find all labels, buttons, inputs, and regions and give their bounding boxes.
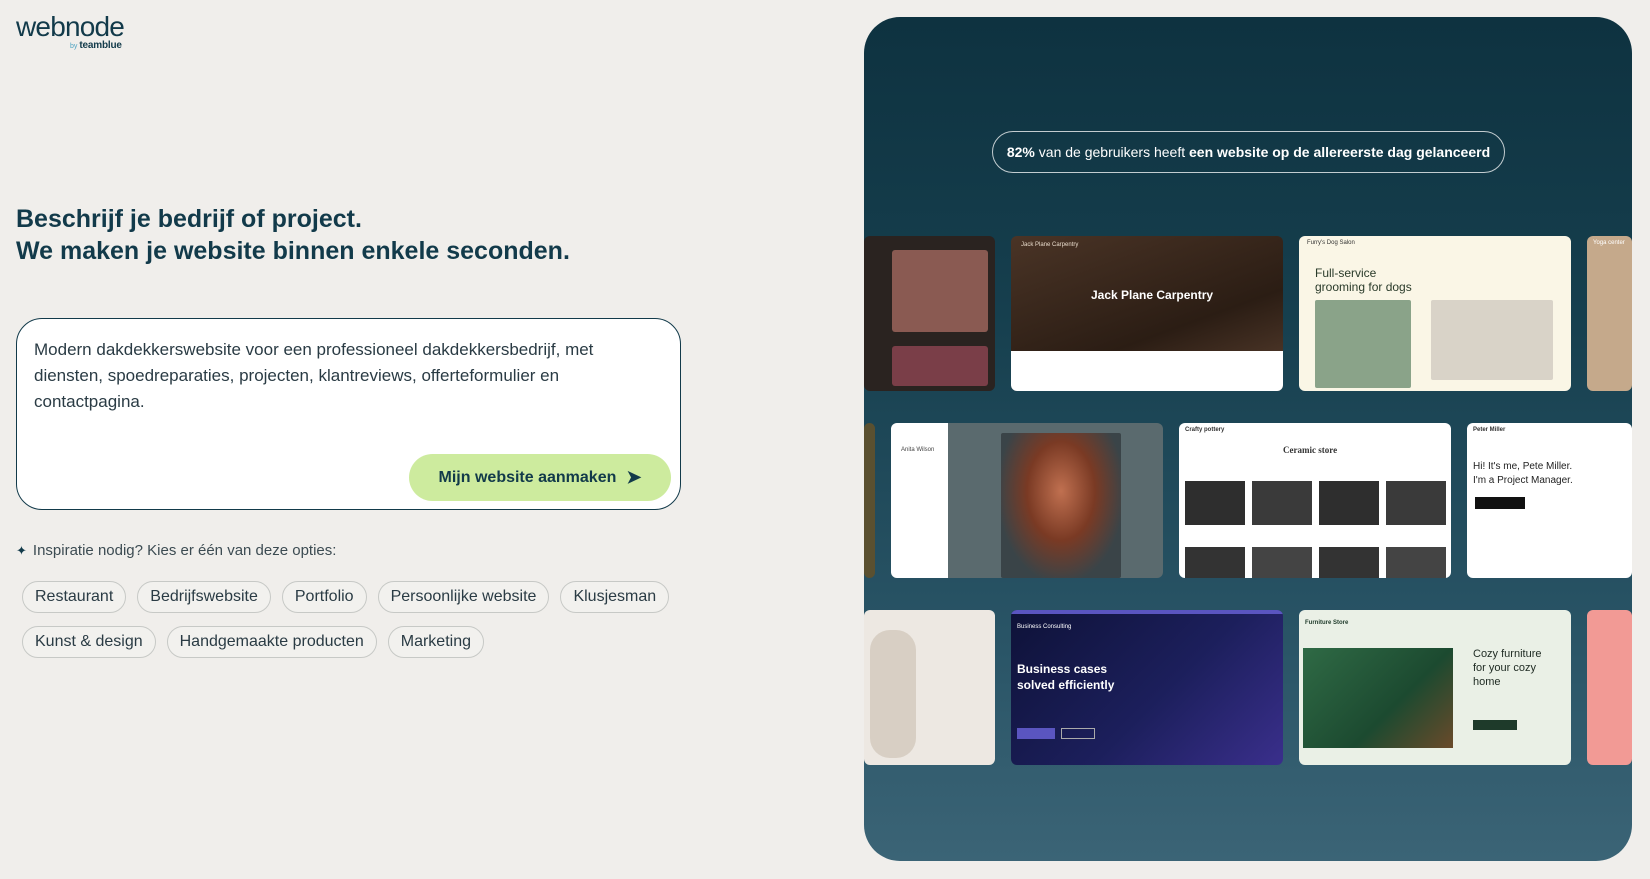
business-title-2: solved efficiently [1017, 678, 1115, 692]
chip-row-1: Restaurant Bedrijfswebsite Portfolio Per… [22, 581, 722, 613]
logo-wordmark: webnode [16, 11, 125, 42]
template-showcase-panel: 82% van de gebruikers heeft een website … [864, 17, 1632, 861]
dogs-brand: Furry's Dog Salon [1307, 240, 1355, 246]
carpentry-title: Jack Plane Carpentry [1091, 288, 1214, 302]
template-card-carpentry: Jack Plane Carpentry Jack Plane Carpentr… [1011, 236, 1283, 391]
template-card-dog-salon: Furry's Dog Salon Full-service grooming … [1299, 236, 1571, 391]
chip-row-2: Kunst & design Handgemaakte producten Ma… [22, 626, 722, 658]
anita-name: Anita Wilson [901, 447, 935, 453]
chip-bedrijfswebsite[interactable]: Bedrijfswebsite [137, 581, 271, 613]
logo-byline: by teamblue [70, 40, 122, 51]
stat-percent: 82% [1006, 144, 1035, 160]
furniture-title-3: home [1473, 676, 1501, 688]
business-title-1: Business cases [1017, 662, 1108, 676]
prompt-box: Mijn website aanmaken ➤ [16, 318, 681, 510]
sparkle-icon: ✦ [16, 542, 27, 558]
template-card-yoga: Yoga center [1587, 236, 1632, 391]
chip-handgemaakte-producten[interactable]: Handgemaakte producten [166, 626, 377, 658]
arrow-right-icon: ➤ [626, 467, 642, 487]
business-brand: Business Consulting [1017, 624, 1072, 630]
page-headline: Beschrijf je bedrijf of project. We make… [16, 203, 570, 267]
create-website-label: Mijn website aanmaken [438, 468, 617, 486]
chip-marketing[interactable]: Marketing [387, 626, 484, 658]
template-card-business-consulting: Business Consulting Business cases solve… [1011, 610, 1283, 765]
yoga-brand: Yoga center [1593, 240, 1625, 246]
pottery-brand: Crafty pottery [1185, 427, 1225, 433]
pete-brand: Peter Miller [1473, 427, 1506, 433]
furniture-title-1: Cozy furniture [1473, 648, 1542, 660]
create-website-button[interactable]: Mijn website aanmaken ➤ [409, 454, 671, 501]
dogs-title-2: grooming for dogs [1315, 280, 1412, 294]
inspiration-chips: Restaurant Bedrijfswebsite Portfolio Per… [22, 581, 722, 671]
dogs-title-1: Full-service [1315, 266, 1377, 280]
stat-middle: van de gebruikers heeft [1034, 144, 1189, 160]
template-card-pink [1587, 610, 1632, 765]
template-card-furniture-store: Furniture Store Cozy furniture for your … [1299, 610, 1571, 765]
template-card-landscape [864, 423, 875, 578]
chip-persoonlijke-website[interactable]: Persoonlijke website [377, 581, 550, 613]
logo-brand: teamblue [79, 40, 122, 51]
template-card-ballet [864, 610, 995, 765]
chip-klusjesman[interactable]: Klusjesman [560, 581, 670, 613]
pottery-title: Ceramic store [1283, 445, 1338, 455]
chip-kunst-design[interactable]: Kunst & design [22, 626, 156, 658]
description-input[interactable] [34, 337, 644, 441]
headline-line-1: Beschrijf je bedrijf of project. [16, 205, 362, 233]
logo-by: by [70, 43, 78, 50]
stat-highlight: een website op de allereerste dag gelanc… [1189, 144, 1491, 160]
headline-line-2: We maken je website binnen enkele second… [16, 237, 570, 265]
carpentry-brand: Jack Plane Carpentry [1021, 242, 1079, 248]
template-card-pete-miller: Peter Miller Hi! It's me, Pete Miller. I… [1467, 423, 1632, 578]
chip-portfolio[interactable]: Portfolio [281, 581, 367, 613]
inspiration-prompt: ✦ Inspiratie nodig? Kies er één van deze… [16, 542, 336, 559]
template-card-interior [864, 236, 995, 391]
stat-pill: 82% van de gebruikers heeft een website … [992, 131, 1505, 173]
webnode-logo[interactable]: webnode by teamblue [16, 11, 125, 52]
inspiration-label: Inspiratie nodig? Kies er één van deze o… [32, 542, 337, 559]
furniture-title-2: for your cozy [1473, 662, 1536, 674]
pete-line-2: I'm a Project Manager. [1473, 475, 1573, 486]
chip-restaurant[interactable]: Restaurant [22, 581, 127, 613]
pete-line-1: Hi! It's me, Pete Miller. [1473, 461, 1573, 472]
furniture-brand: Furniture Store [1305, 620, 1349, 626]
template-card-ceramic-store: Crafty pottery Ceramic store [1179, 423, 1451, 578]
template-card-anita-wilson: Anita Wilson [891, 423, 1163, 578]
